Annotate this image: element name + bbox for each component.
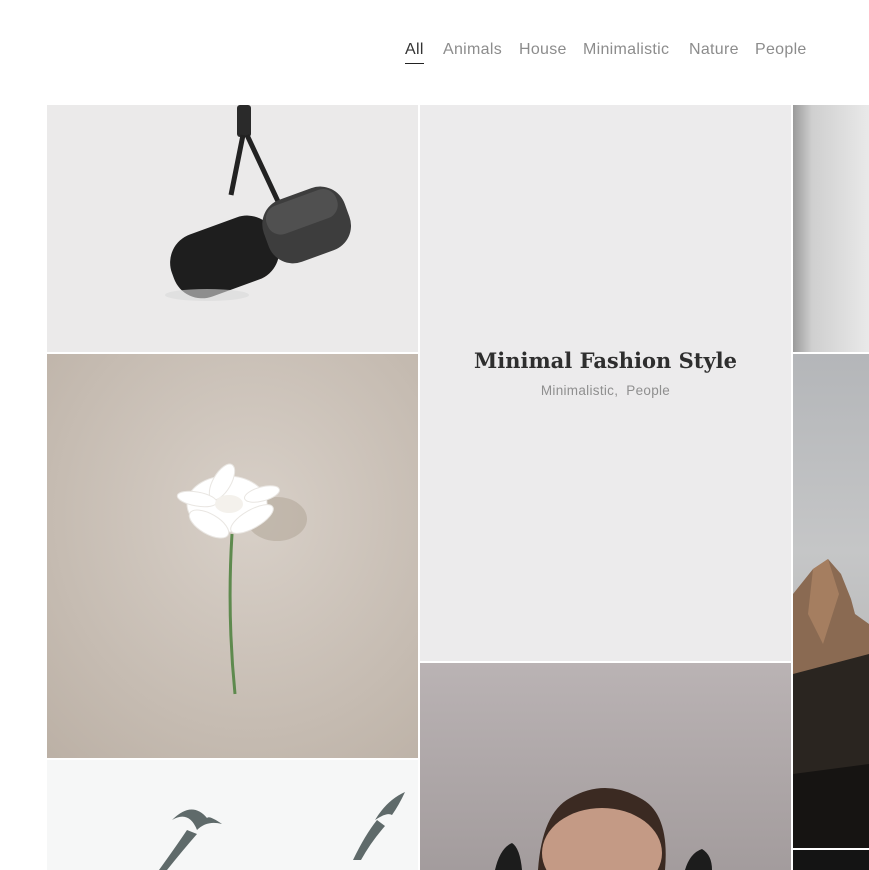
mountain-image	[793, 354, 869, 848]
category-link-minimalistic[interactable]: Minimalistic	[541, 383, 614, 398]
portfolio-item-categories: Minimalistic, People	[541, 383, 670, 398]
portfolio-item-partial-top-right[interactable]	[793, 105, 869, 352]
birds-image	[47, 760, 418, 870]
flower-image	[47, 354, 418, 758]
filter-nature[interactable]: Nature	[689, 38, 739, 62]
portfolio-item-microphone[interactable]	[47, 105, 418, 352]
category-link-people[interactable]: People	[626, 383, 670, 398]
filter-minimalistic[interactable]: Minimalistic	[583, 38, 669, 62]
portfolio-item-mountain[interactable]	[793, 354, 869, 848]
portfolio-filter-nav: All Animals House Minimalistic Nature Pe…	[405, 38, 869, 68]
portfolio-item-birds[interactable]	[47, 760, 418, 870]
filter-animals[interactable]: Animals	[443, 38, 502, 62]
category-separator: ,	[614, 383, 619, 398]
portfolio-item-minimal-fashion[interactable]: Minimal Fashion Style Minimalistic, Peopl…	[420, 105, 791, 661]
portfolio-item-flower[interactable]	[47, 354, 418, 758]
portfolio-item-title[interactable]: Minimal Fashion Style	[474, 348, 737, 373]
microphone-image	[47, 105, 418, 352]
filter-all[interactable]: All	[405, 38, 424, 64]
filter-people[interactable]: People	[755, 38, 807, 62]
portfolio-item-portrait[interactable]	[420, 663, 791, 870]
portrait-image	[420, 663, 791, 870]
filter-house[interactable]: House	[519, 38, 567, 62]
portfolio-item-overlay: Minimal Fashion Style Minimalistic, Peopl…	[420, 105, 791, 661]
partial-image	[793, 105, 869, 352]
portfolio-item-partial-bottom-right[interactable]	[793, 850, 869, 870]
portfolio-page: All Animals House Minimalistic Nature Pe…	[0, 0, 869, 870]
